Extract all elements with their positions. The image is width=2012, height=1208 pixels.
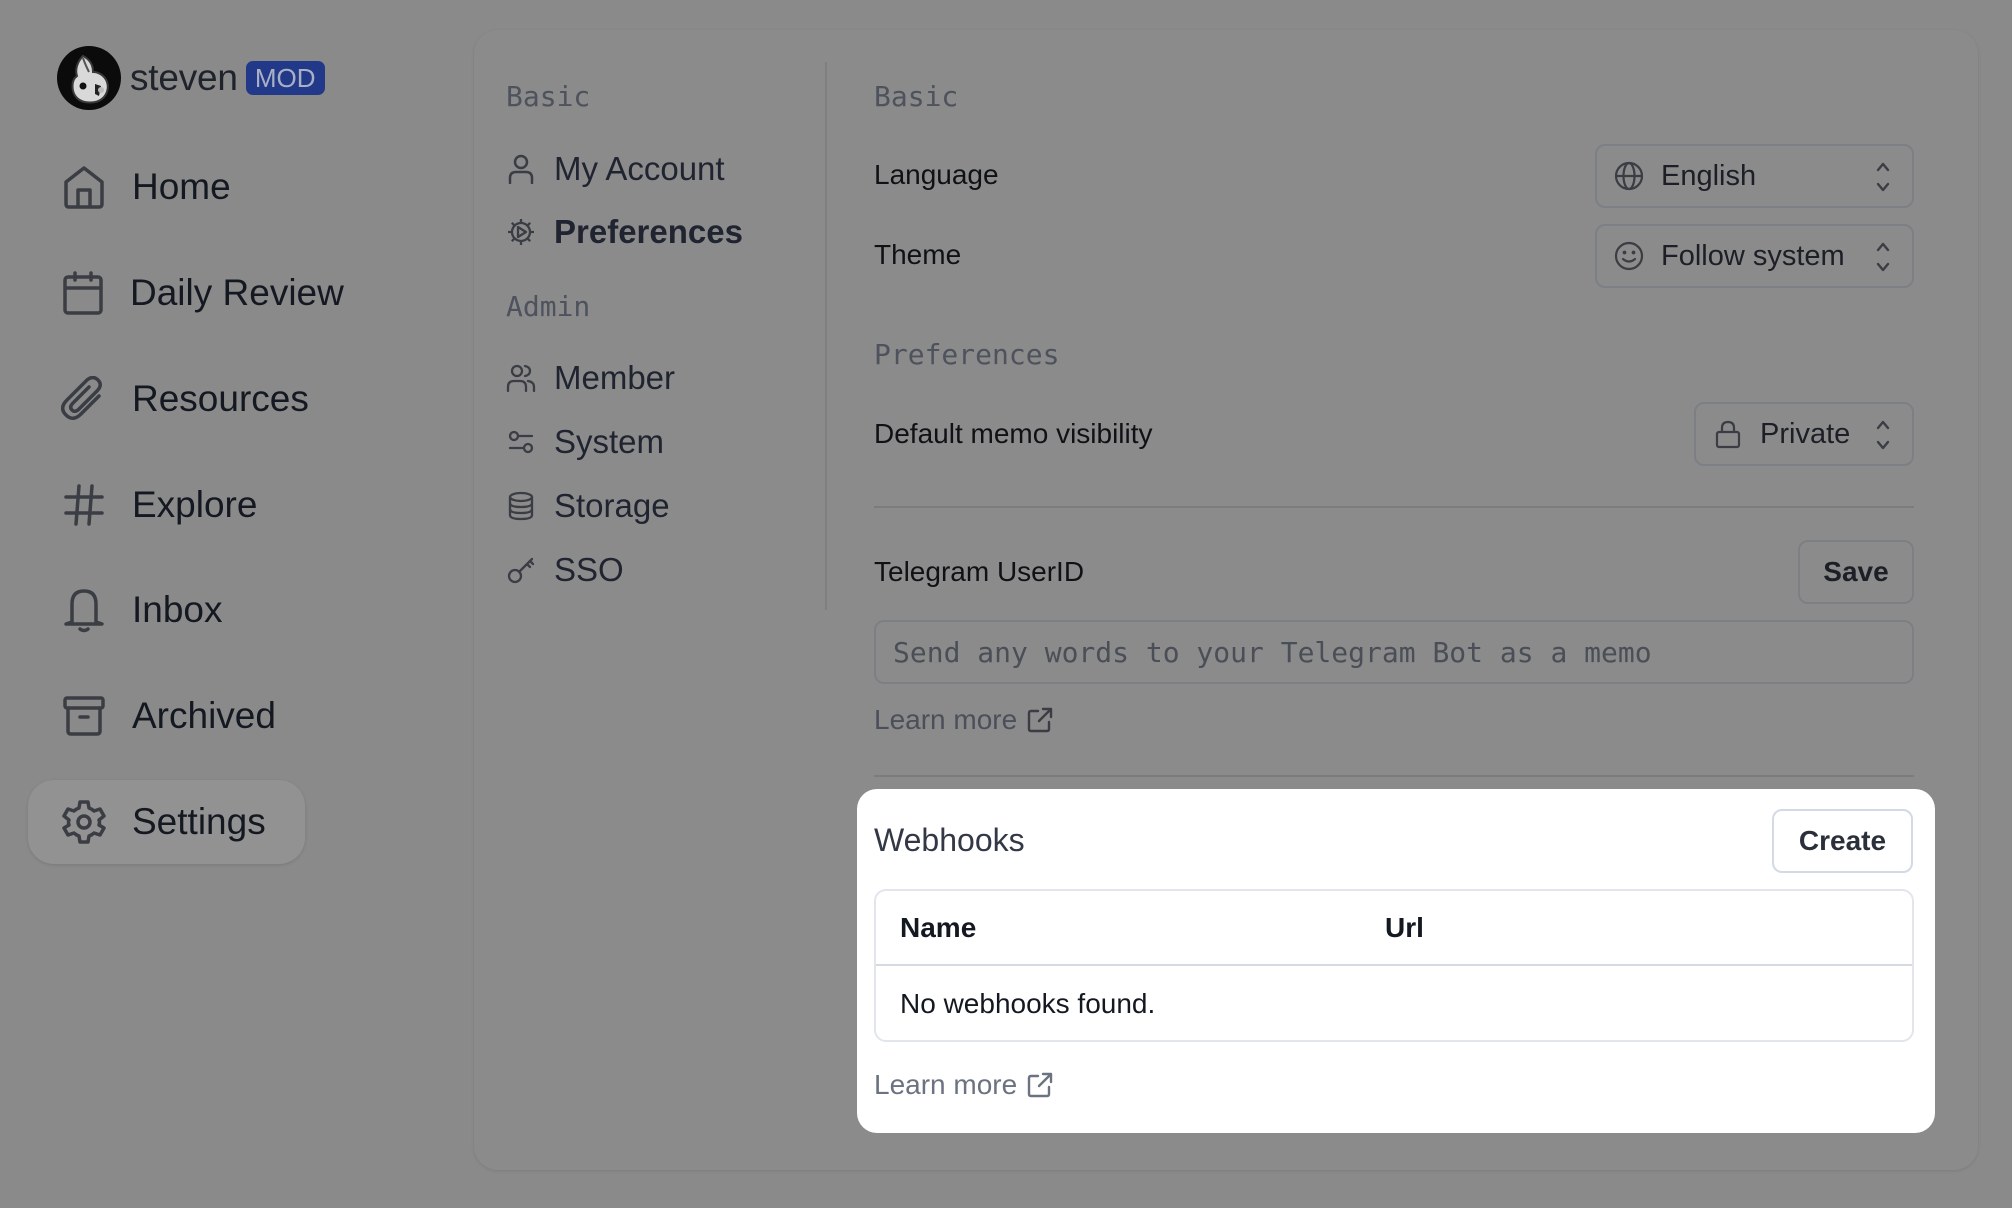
- chevron-up-down-icon: [1876, 242, 1890, 272]
- settings-nav-label: My Account: [554, 150, 725, 187]
- settings-nav-preferences[interactable]: Preferences: [506, 207, 743, 257]
- key-icon: [506, 555, 536, 585]
- webhooks-table-header: Name Url: [876, 891, 1912, 966]
- settings-nav-system[interactable]: System: [506, 417, 664, 467]
- settings-nav-my-account[interactable]: My Account: [506, 144, 725, 194]
- theme-value: Follow system: [1661, 239, 1845, 272]
- sidebar-item-label: Explore: [132, 484, 258, 525]
- paperclip-icon: [61, 376, 107, 422]
- memo-visibility-value: Private: [1760, 417, 1851, 450]
- webhooks-table: Name Url No webhooks found.: [874, 889, 1914, 1042]
- learn-more-text: Learn more: [874, 1069, 1018, 1100]
- sidebar-item-resources[interactable]: Resources: [28, 357, 309, 441]
- telegram-userid-label: Telegram UserID: [874, 556, 1085, 587]
- memo-visibility-label: Default memo visibility: [874, 418, 1153, 449]
- language-select[interactable]: English: [1595, 144, 1914, 208]
- section-title-preferences: Preferences: [874, 338, 1060, 371]
- webhooks-card: Webhooks Create Name Url No webhooks fou…: [857, 789, 1935, 1133]
- language-value: English: [1661, 159, 1757, 192]
- language-label: Language: [874, 159, 999, 190]
- settings-nav-storage[interactable]: Storage: [506, 481, 670, 531]
- globe-icon: [1613, 160, 1645, 192]
- external-link-icon: [1025, 705, 1055, 735]
- lock-icon: [1712, 418, 1744, 450]
- theme-label: Theme: [874, 239, 962, 270]
- gear-icon: [61, 799, 107, 845]
- sliders-icon: [506, 427, 536, 457]
- cockatiel-avatar-icon: [57, 46, 121, 110]
- sidebar-item-inbox[interactable]: Inbox: [28, 568, 305, 652]
- settings-nav-divider: [825, 62, 827, 610]
- sidebar-item-settings[interactable]: Settings: [28, 780, 305, 864]
- webhooks-learn-more-link[interactable]: Learn more: [874, 1069, 1055, 1101]
- user-icon: [506, 154, 536, 184]
- external-link-icon: [1025, 1070, 1055, 1100]
- sidebar-item-label: Settings: [132, 801, 266, 842]
- webhooks-empty-state: No webhooks found.: [900, 988, 1156, 1019]
- chevron-up-down-icon: [1876, 162, 1890, 192]
- settings-nav-label: Member: [554, 359, 676, 396]
- settings-nav-label: Storage: [554, 487, 670, 524]
- theme-select[interactable]: Follow system: [1595, 224, 1914, 288]
- sidebar-item-label: Inbox: [132, 589, 223, 630]
- sidebar-item-explore[interactable]: Explore: [28, 463, 305, 547]
- section-title-basic: Basic: [874, 80, 959, 113]
- users-icon: [506, 363, 536, 393]
- role-badge: MOD: [245, 61, 325, 95]
- create-webhook-button[interactable]: Create: [1772, 809, 1913, 873]
- sidebar-item-label: Daily Review: [130, 272, 344, 313]
- telegram-userid-input[interactable]: [874, 620, 1914, 684]
- settings-nav-section-admin: Admin: [506, 290, 591, 323]
- archive-icon: [61, 693, 107, 739]
- settings-nav-sso[interactable]: SSO: [506, 545, 624, 595]
- username: steven: [130, 57, 238, 98]
- divider: [874, 775, 1914, 777]
- telegram-learn-more-link[interactable]: Learn more: [874, 704, 1055, 736]
- user-brand[interactable]: steven MOD: [57, 46, 325, 110]
- smile-icon: [1613, 240, 1645, 272]
- sidebar-item-label: Home: [132, 166, 231, 207]
- settings-nav-label: Preferences: [554, 213, 743, 250]
- memo-visibility-select[interactable]: Private: [1694, 402, 1914, 466]
- database-icon: [506, 491, 536, 521]
- webhooks-title: Webhooks: [874, 822, 1025, 858]
- bell-icon: [61, 587, 107, 633]
- sidebar-item-daily-review[interactable]: Daily Review: [28, 251, 344, 335]
- column-header-name: Name: [900, 912, 977, 943]
- chevron-up-down-icon: [1876, 420, 1890, 450]
- settings-nav-member[interactable]: Member: [506, 353, 675, 403]
- cog-play-icon: [506, 217, 536, 247]
- settings-nav-label: System: [554, 423, 665, 460]
- sidebar-item-home[interactable]: Home: [28, 145, 305, 229]
- settings-nav-label: SSO: [554, 551, 624, 588]
- sidebar-item-label: Resources: [132, 378, 309, 419]
- sidebar-item-label: Archived: [132, 695, 276, 736]
- sidebar-item-archived[interactable]: Archived: [28, 674, 305, 758]
- hash-icon: [61, 482, 107, 528]
- save-button[interactable]: Save: [1798, 540, 1914, 604]
- settings-nav-section-basic: Basic: [506, 80, 591, 113]
- column-header-url: Url: [1385, 912, 1424, 943]
- calendar-icon: [61, 270, 105, 316]
- divider: [874, 506, 1914, 508]
- home-icon: [61, 164, 107, 210]
- learn-more-text: Learn more: [874, 704, 1018, 735]
